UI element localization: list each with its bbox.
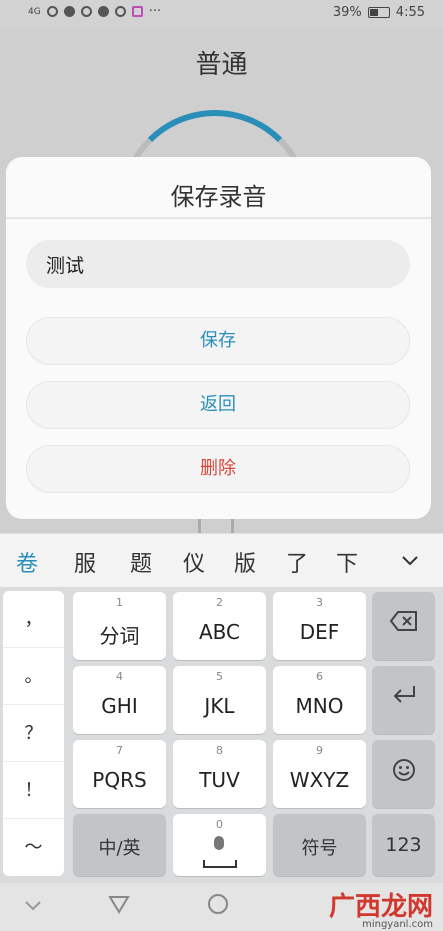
candidate-word[interactable]: 版 — [234, 546, 256, 578]
enter-icon — [372, 684, 435, 712]
key-number: 5 — [216, 670, 223, 683]
home-nav-icon[interactable] — [207, 893, 229, 921]
camera-icon — [114, 6, 126, 17]
delete-button[interactable]: 删除 — [26, 445, 410, 493]
battery-icon — [367, 7, 390, 18]
watermark-logo: 广西龙网 — [328, 892, 433, 922]
key-label: PQRS — [92, 768, 147, 792]
key-label: ABC — [198, 620, 240, 644]
dialog-divider — [6, 217, 431, 219]
emoji-key[interactable] — [372, 740, 435, 808]
recording-name-input[interactable] — [26, 240, 410, 288]
key-number: 1 — [116, 596, 123, 609]
key-4[interactable]: 4 GHI — [73, 666, 166, 734]
status-bar: 4G ··· 39% 4:55 — [0, 0, 443, 28]
punctuation-key[interactable]: ？ — [3, 705, 64, 762]
key-5[interactable]: 5 JKL — [173, 666, 266, 734]
space-key[interactable]: 0 — [173, 814, 266, 876]
key-number: 6 — [316, 670, 323, 683]
candidate-word[interactable]: 服 — [74, 546, 96, 578]
key-6[interactable]: 6 MNO — [273, 666, 366, 734]
candidate-word[interactable]: 题 — [130, 546, 152, 578]
key-label: GHI — [101, 694, 138, 718]
symbols-key[interactable]: 符号 — [273, 814, 366, 876]
app-notification-icon — [80, 6, 92, 17]
more-notifications: ··· — [148, 4, 162, 19]
key-number: 2 — [216, 596, 223, 609]
battery-percent: 39% — [332, 5, 362, 20]
enter-key[interactable] — [372, 666, 435, 734]
hide-keyboard-icon[interactable] — [24, 893, 42, 918]
microphone-icon — [214, 836, 224, 850]
keyboard: ， 。 ？ ！ ～ 1 分词 2 ABC 3 DEF 4 GHI 5 JKL 6 MNO 7… — [0, 587, 443, 883]
status-icons-right: 39% 4:55 — [333, 5, 425, 20]
battery-fill — [369, 9, 378, 16]
notification-icon — [63, 6, 75, 17]
key-number: 4 — [116, 670, 123, 683]
emoji-icon — [372, 758, 435, 788]
key-label: WXYZ — [289, 768, 350, 792]
key-number: 3 — [316, 596, 323, 609]
key-label: DEF — [299, 620, 340, 644]
key-9[interactable]: 9 WXYZ — [273, 740, 366, 808]
key-label: 分词 — [99, 624, 140, 648]
key-2[interactable]: 2 ABC — [173, 592, 266, 660]
save-recording-dialog: 保存录音 保存 返回 删除 — [6, 157, 431, 519]
candidate-word[interactable]: 仪 — [183, 546, 205, 578]
candidate-word[interactable]: 了 — [286, 546, 308, 578]
key-number: 8 — [216, 744, 223, 757]
key-1[interactable]: 1 分词 — [73, 592, 166, 660]
key-8[interactable]: 8 TUV — [173, 740, 266, 808]
punctuation-key[interactable]: ！ — [3, 762, 64, 819]
dialog-title: 保存录音 — [170, 183, 267, 211]
space-icon — [203, 860, 237, 868]
wifi-icon — [46, 6, 58, 17]
punctuation-key[interactable]: ～ — [3, 819, 64, 876]
punctuation-column: ， 。 ？ ！ ～ — [3, 591, 64, 876]
backspace-icon — [372, 610, 435, 638]
key-number: 7 — [116, 744, 123, 757]
key-label: TUV — [199, 768, 240, 792]
watermark: 广西龙网 mingyanl.com — [329, 886, 433, 930]
punctuation-key[interactable]: ， — [3, 591, 64, 648]
signal-icon: 4G — [28, 6, 41, 17]
chevron-down-icon[interactable] — [401, 548, 419, 572]
back-button[interactable]: 返回 — [26, 381, 410, 429]
candidate-word[interactable]: 卷 — [16, 546, 38, 578]
language-switch-key[interactable]: 中/英 — [73, 814, 166, 876]
key-label: 符号 — [301, 838, 338, 859]
page-title: 普通 — [195, 50, 248, 80]
music-icon — [97, 6, 109, 17]
back-nav-icon[interactable] — [108, 893, 130, 921]
key-3[interactable]: 3 DEF — [273, 592, 366, 660]
key-label: JKL — [204, 694, 235, 718]
save-button[interactable]: 保存 — [26, 317, 410, 365]
key-number: 0 — [216, 818, 223, 831]
key-label: 中/英 — [98, 838, 141, 859]
punctuation-key[interactable]: 。 — [3, 648, 64, 705]
key-label: 123 — [385, 834, 422, 856]
key-number: 9 — [316, 744, 323, 757]
status-icons-left: 4G ··· — [28, 4, 161, 19]
candidate-bar: 卷 服 题 仪 版 了 下 — [0, 533, 443, 587]
numbers-key[interactable]: 123 — [372, 814, 435, 876]
key-label: MNO — [295, 694, 344, 718]
clock: 4:55 — [395, 5, 425, 20]
candidate-word[interactable]: 下 — [336, 546, 358, 578]
app-icon — [131, 6, 143, 17]
key-7[interactable]: 7 PQRS — [73, 740, 166, 808]
backspace-key[interactable] — [372, 592, 435, 660]
